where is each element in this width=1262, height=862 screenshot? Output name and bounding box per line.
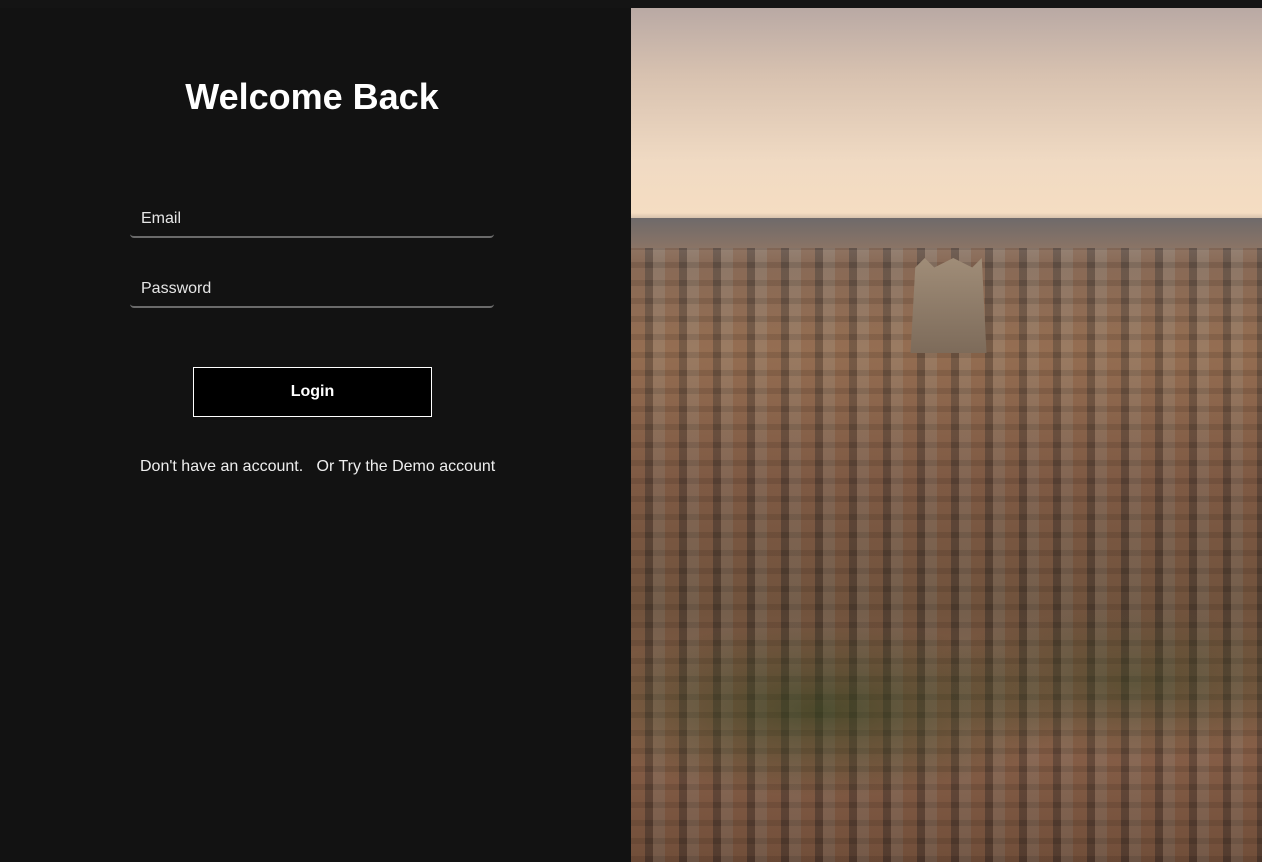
login-button[interactable]: Login xyxy=(193,367,432,417)
trees xyxy=(631,608,1262,862)
top-bar xyxy=(0,0,1262,8)
email-field[interactable] xyxy=(130,202,494,236)
email-field-wrapper xyxy=(130,202,494,238)
cathedral xyxy=(910,258,987,353)
login-panel: Welcome Back Login Don't have an account… xyxy=(0,8,631,862)
demo-account-link[interactable]: Or Try the Demo account xyxy=(317,458,496,475)
signup-link[interactable]: Don't have an account. xyxy=(140,458,303,475)
password-field-wrapper xyxy=(130,272,494,308)
city-hero-image xyxy=(631,8,1262,862)
password-field[interactable] xyxy=(130,272,494,306)
page-title: Welcome Back xyxy=(185,76,439,117)
mountains xyxy=(631,218,1262,248)
account-links: Don't have an account. Or Try the Demo a… xyxy=(140,458,495,476)
